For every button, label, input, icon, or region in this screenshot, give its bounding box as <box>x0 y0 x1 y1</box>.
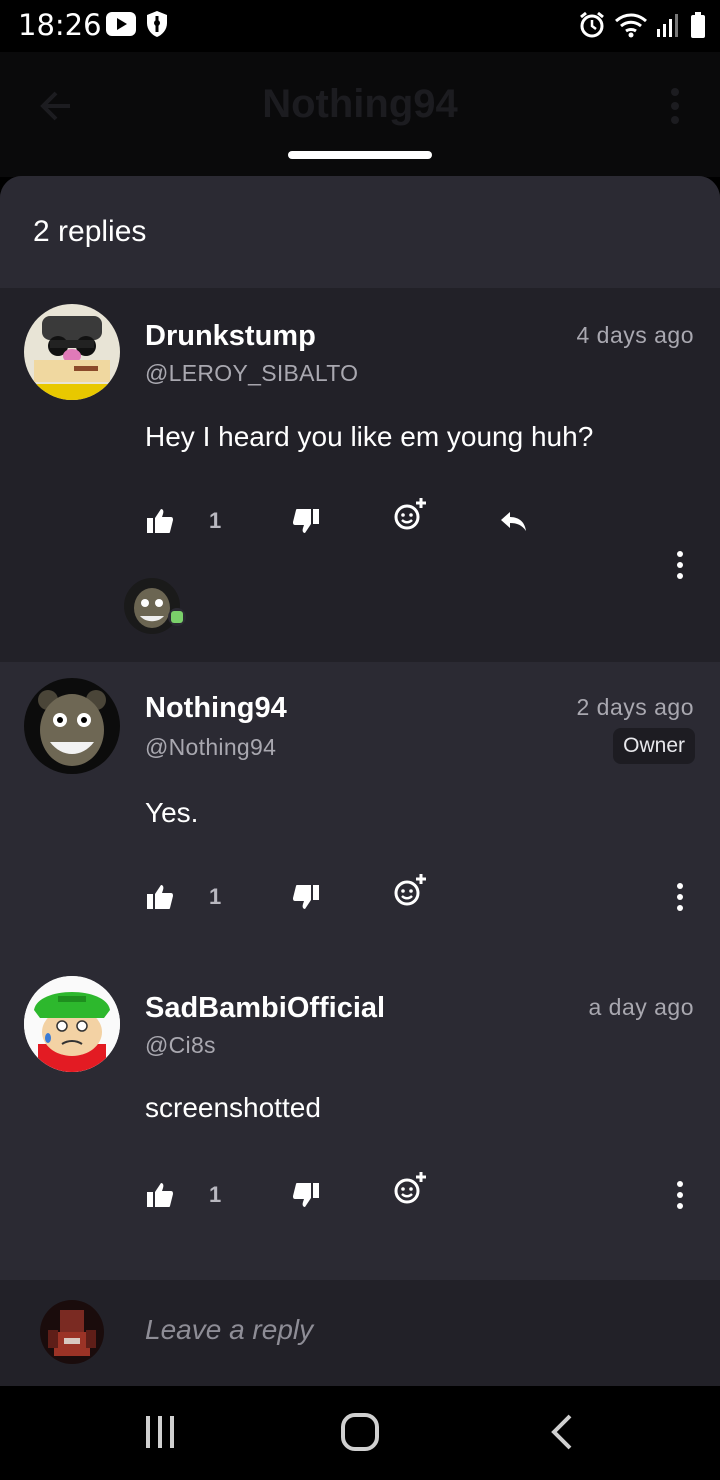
replier-avatar[interactable] <box>124 578 180 634</box>
shield-icon <box>147 11 167 37</box>
more-vertical-icon[interactable] <box>670 86 680 126</box>
thumbs-down-icon[interactable] <box>291 506 321 536</box>
author-handle[interactable]: @Ci8s <box>145 1032 216 1059</box>
replies-sheet: 2 replies Drunkstump 4 days ago @LEROY_S… <box>0 176 720 1386</box>
more-vertical-icon[interactable] <box>675 882 685 912</box>
parent-comment: Drunkstump 4 days ago @LEROY_SIBALTO Hey… <box>0 288 720 662</box>
comment-text: Yes. <box>145 797 199 828</box>
reply-composer <box>0 1280 720 1386</box>
system-nav-bar <box>0 1386 720 1480</box>
current-user-avatar <box>40 1300 104 1364</box>
replies-count-title: 2 replies <box>33 215 147 248</box>
page-title: Nothing94 <box>262 82 458 126</box>
wifi-icon <box>615 13 647 38</box>
thumbs-up-icon[interactable] <box>145 1180 175 1210</box>
like-count: 1 <box>209 884 222 909</box>
timestamp: 4 days ago <box>576 322 694 348</box>
thumbs-up-icon[interactable] <box>145 506 175 536</box>
back-icon[interactable] <box>542 1412 582 1452</box>
comment-text: Hey I heard you like em young huh? <box>145 421 594 452</box>
avatar[interactable] <box>24 678 120 774</box>
author-handle[interactable]: @Nothing94 <box>145 734 276 761</box>
avatar[interactable] <box>24 304 120 400</box>
like-count: 1 <box>209 508 222 533</box>
alarm-icon <box>580 11 604 38</box>
timestamp: a day ago <box>588 994 694 1020</box>
comment-actions: 1 <box>145 1172 705 1216</box>
reply-input[interactable] <box>145 1314 665 1346</box>
sheet-drag-handle[interactable] <box>288 151 432 159</box>
signal-icon <box>657 14 678 37</box>
sheet-header: 2 replies <box>0 176 720 288</box>
status-time: 18:26 <box>18 8 102 42</box>
more-vertical-icon[interactable] <box>675 550 685 580</box>
online-status-badge <box>168 608 186 626</box>
comment-text: screenshotted <box>145 1092 321 1123</box>
author-name[interactable]: Nothing94 <box>145 692 287 725</box>
comment-actions: 1 <box>145 498 705 542</box>
home-icon[interactable] <box>340 1412 380 1452</box>
thumbs-down-icon[interactable] <box>291 882 321 912</box>
add-reaction-icon[interactable] <box>392 872 428 908</box>
owner-badge: Owner <box>613 728 695 764</box>
recent-apps-icon[interactable] <box>140 1412 180 1452</box>
reply-item: SadBambiOfficial a day ago @Ci8s screens… <box>0 964 720 1280</box>
reply-arrow-icon[interactable] <box>498 506 528 536</box>
author-handle[interactable]: @LEROY_SIBALTO <box>145 360 358 387</box>
thumbs-up-icon[interactable] <box>145 882 175 912</box>
status-bar: 18:26 <box>0 0 720 52</box>
thumbs-down-icon[interactable] <box>291 1180 321 1210</box>
avatar[interactable] <box>24 976 120 1072</box>
add-reaction-icon[interactable] <box>392 1170 428 1206</box>
author-name[interactable]: SadBambiOfficial <box>145 992 385 1025</box>
reply-item: Nothing94 2 days ago @Nothing94 Owner Ye… <box>0 662 720 964</box>
more-vertical-icon[interactable] <box>675 1180 685 1210</box>
like-count: 1 <box>209 1182 222 1207</box>
battery-icon <box>691 12 705 38</box>
timestamp: 2 days ago <box>576 694 694 720</box>
add-reaction-icon[interactable] <box>392 496 428 532</box>
youtube-icon <box>106 12 136 36</box>
status-icons <box>578 10 706 40</box>
author-name[interactable]: Drunkstump <box>145 320 316 353</box>
comment-actions: 1 <box>145 874 705 918</box>
